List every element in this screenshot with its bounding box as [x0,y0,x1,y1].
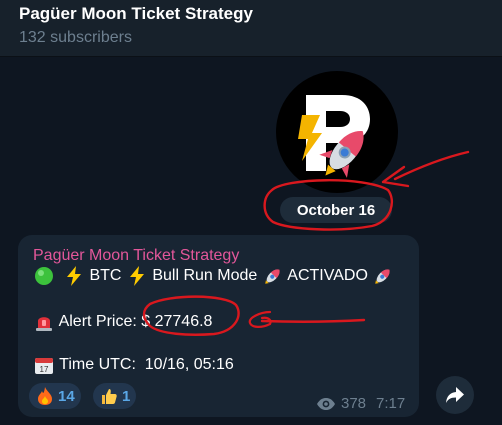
reaction-thumbs-up-count: 1 [122,387,131,405]
thumbs-up-icon [98,385,120,407]
view-count: 378 [341,395,367,412]
lightning-icon [126,265,148,287]
subscriber-count: 132 subscribers [19,29,132,46]
reaction-fire-count: 14 [58,387,75,405]
reaction-fire[interactable]: 14 [29,383,81,409]
calendar-icon: 17 [33,354,55,376]
forward-button[interactable] [436,376,474,414]
rocket-icon [262,265,284,287]
message-meta: 378 7:17 [316,395,405,412]
channel-title[interactable]: Pagüer Moon Ticket Strategy [19,4,253,24]
message-line-alert: Alert Price: $ 27746.8 [33,311,212,333]
forward-icon [445,386,465,404]
logo-icon [298,95,370,178]
message-line-status: BTC Bull Run Mode ACTIVADO [33,265,394,287]
svg-text:17: 17 [40,365,49,374]
chat-header[interactable]: Pagüer Moon Ticket Strategy 132 subscrib… [0,0,502,57]
fire-icon [34,385,56,407]
green-circle-icon [33,265,55,287]
btc-text: BTC [85,267,126,284]
activado-text: ACTIVADO [283,267,373,284]
alert-price-label: Alert Price: [55,313,142,330]
reaction-thumbs-up[interactable]: 1 [93,383,137,409]
message-line-time: 17 Time UTC: 10/16, 05:16 [33,354,234,376]
bull-run-text: Bull Run Mode [147,267,262,284]
lightning-icon [63,265,85,287]
rocket-icon [372,265,394,287]
alert-price-value: $ 27746.8 [141,313,213,330]
siren-icon [33,311,55,333]
channel-avatar[interactable] [276,71,398,193]
message-author[interactable]: Pagüer Moon Ticket Strategy [33,247,239,265]
time-utc-text: Time UTC: 10/16, 05:16 [55,356,234,373]
message-time: 7:17 [376,395,406,412]
date-separator: October 16 [280,197,392,223]
eye-icon [316,397,336,411]
